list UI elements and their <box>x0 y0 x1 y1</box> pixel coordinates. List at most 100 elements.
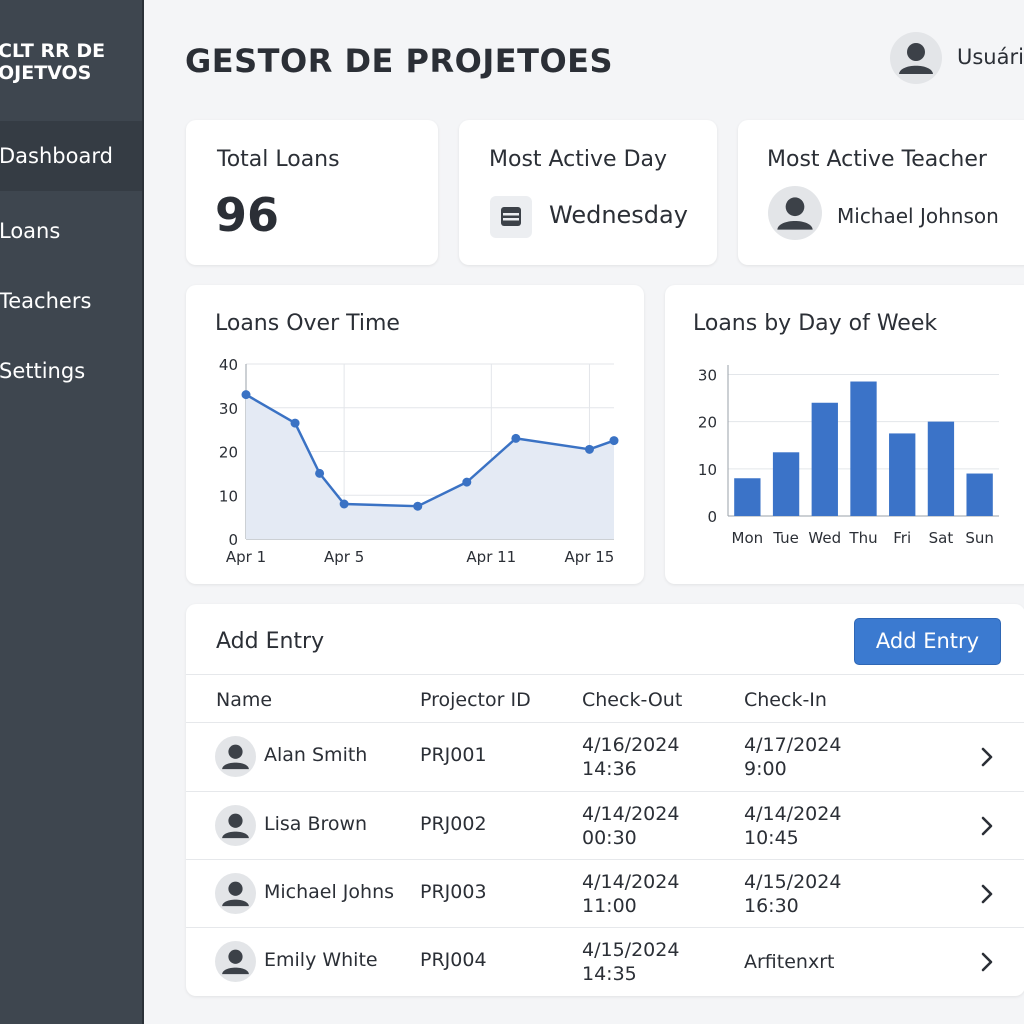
row-check-out-time: 00:30 <box>582 827 637 849</box>
most-active-day-value: Wednesday <box>549 201 688 229</box>
data-point <box>290 418 300 428</box>
person-avatar-icon <box>215 736 256 777</box>
y-tick-label: 20 <box>219 444 238 462</box>
y-tick-label: 40 <box>219 356 238 374</box>
loans-over-time-card: Loans Over Time 0 10 20 30 40 Apr 1 Apr 5 Apr 1… <box>186 285 644 584</box>
bar <box>927 421 955 516</box>
row-name: Lisa Brown <box>264 813 368 835</box>
total-loans-card: Total Loans 96 <box>186 120 438 265</box>
brand-line-1: CLT RR DE <box>0 40 106 62</box>
user-menu[interactable]: Usuário <box>890 32 1024 84</box>
row-check-out-date: 4/15/2024 <box>582 939 680 961</box>
bar <box>966 473 993 516</box>
table-header-row: Name Projector ID Check-Out Check-In <box>186 674 1024 723</box>
table-row[interactable]: Michael Johns PRJ003 4/14/2024 11:00 4/1… <box>186 859 1024 928</box>
most-active-teacher-card: Most Active Teacher Michael Johnson <box>738 120 1024 265</box>
row-check-out-time: 14:36 <box>582 758 637 780</box>
calendar-icon <box>490 196 532 238</box>
column-header-check-out: Check-Out <box>582 689 683 711</box>
row-check-in: 4/14/2024 10:45 <box>744 802 841 850</box>
y-tick-label: 30 <box>219 400 238 418</box>
sidebar-item-label: Loans <box>0 219 61 243</box>
bar <box>772 452 800 516</box>
sidebar-item-loans[interactable]: Loans <box>0 196 142 266</box>
bar <box>889 433 916 516</box>
bar <box>734 478 761 516</box>
entries-table-card: Add Entry Add Entry Name Projector ID Ch… <box>186 604 1024 996</box>
add-entry-button[interactable]: Add Entry <box>854 618 1001 665</box>
sidebar-item-label: Dashboard <box>0 144 113 168</box>
most-active-teacher-label: Most Active Teacher <box>767 147 987 172</box>
row-check-in: Arfitenxrt <box>744 950 834 974</box>
chevron-right-icon[interactable] <box>981 884 993 904</box>
y-tick-label: 10 <box>698 461 717 479</box>
row-check-out-time: 11:00 <box>582 895 637 917</box>
person-avatar-icon <box>215 873 256 914</box>
row-projector-id: PRJ002 <box>420 813 487 835</box>
row-check-out-date: 4/16/2024 <box>582 734 680 756</box>
y-tick-label: 0 <box>707 508 717 526</box>
y-tick-label: 20 <box>698 414 717 432</box>
sidebar-item-settings[interactable]: Settings <box>0 336 142 406</box>
row-name: Michael Johns <box>264 881 395 903</box>
x-tick-label: Thu <box>848 529 877 547</box>
row-check-in-date: 4/15/2024 <box>744 871 842 893</box>
brand-logo-text: CLT RR DE OJETVOS <box>0 40 142 84</box>
sidebar: CLT RR DE OJETVOS Dashboard Loans Teache… <box>0 0 144 1024</box>
row-check-in-time: 16:30 <box>744 895 799 917</box>
page-title: GESTOR DE PROJETOES <box>185 42 614 80</box>
table-row[interactable]: Alan Smith PRJ001 4/16/2024 14:36 4/17/2… <box>186 722 1024 792</box>
x-tick-label: Apr 5 <box>324 548 364 566</box>
x-tick-label: Mon <box>732 529 764 547</box>
bar <box>850 381 877 516</box>
brand-line-2: OJETVOS <box>0 62 92 84</box>
y-tick-label: 10 <box>219 487 238 505</box>
chevron-right-icon[interactable] <box>981 816 993 836</box>
person-avatar-icon <box>215 805 256 846</box>
series-area <box>246 394 614 539</box>
data-point <box>339 499 349 509</box>
row-name: Emily White <box>264 949 378 971</box>
row-check-out: 4/15/2024 14:35 <box>582 938 679 986</box>
loans-over-time-chart: 0 10 20 30 40 Apr 1 Apr 5 Apr 11 Apr 15 <box>219 356 619 566</box>
x-tick-label: Wed <box>808 529 841 547</box>
data-point <box>511 433 521 443</box>
table-row[interactable]: Emily White PRJ004 4/15/2024 14:35 Arfit… <box>186 927 1024 997</box>
loans-by-day-card: Loans by Day of Week 0 10 20 30 Mon Tue Wed Thu… <box>665 285 1024 584</box>
sidebar-item-label: Teachers <box>0 289 92 313</box>
sidebar-item-dashboard[interactable]: Dashboard <box>0 121 142 191</box>
chevron-right-icon[interactable] <box>981 952 993 972</box>
bar <box>811 402 838 516</box>
row-check-in-time: 10:45 <box>744 827 799 849</box>
x-tick-label: Apr 15 <box>565 548 615 566</box>
row-projector-id: PRJ004 <box>420 949 487 971</box>
person-avatar-icon <box>215 941 256 982</box>
row-check-in-time: 9:00 <box>744 758 787 780</box>
sidebar-item-teachers[interactable]: Teachers <box>0 266 142 336</box>
data-point <box>462 477 472 487</box>
data-point <box>241 390 251 400</box>
most-active-teacher-value: Michael Johnson <box>837 204 999 228</box>
row-check-in-date: Arfitenxrt <box>744 951 835 973</box>
x-tick-label: Sat <box>929 529 954 547</box>
y-tick-label: 0 <box>228 531 238 549</box>
row-check-out: 4/16/2024 14:36 <box>582 733 679 781</box>
data-point <box>413 501 423 511</box>
table-title: Add Entry <box>216 629 325 654</box>
row-check-out-date: 4/14/2024 <box>582 871 680 893</box>
loans-by-day-chart: 0 10 20 30 Mon Tue Wed Thu Fri Sat Sun <box>698 365 999 547</box>
total-loans-label: Total Loans <box>217 147 340 172</box>
chevron-right-icon[interactable] <box>981 747 993 767</box>
data-point <box>584 444 594 454</box>
x-tick-label: Tue <box>772 529 799 547</box>
total-loans-value: 96 <box>215 188 280 242</box>
x-tick-label: Fri <box>893 529 911 547</box>
row-check-out-date: 4/14/2024 <box>582 803 680 825</box>
row-check-out: 4/14/2024 11:00 <box>582 870 679 918</box>
table-row[interactable]: Lisa Brown PRJ002 4/14/2024 00:30 4/14/2… <box>186 791 1024 860</box>
x-tick-label: Apr 1 <box>226 548 266 566</box>
row-projector-id: PRJ003 <box>420 881 487 903</box>
most-active-day-card: Most Active Day Wednesday <box>459 120 717 265</box>
y-tick-label: 30 <box>698 366 717 384</box>
user-name: Usuário <box>957 45 1024 69</box>
